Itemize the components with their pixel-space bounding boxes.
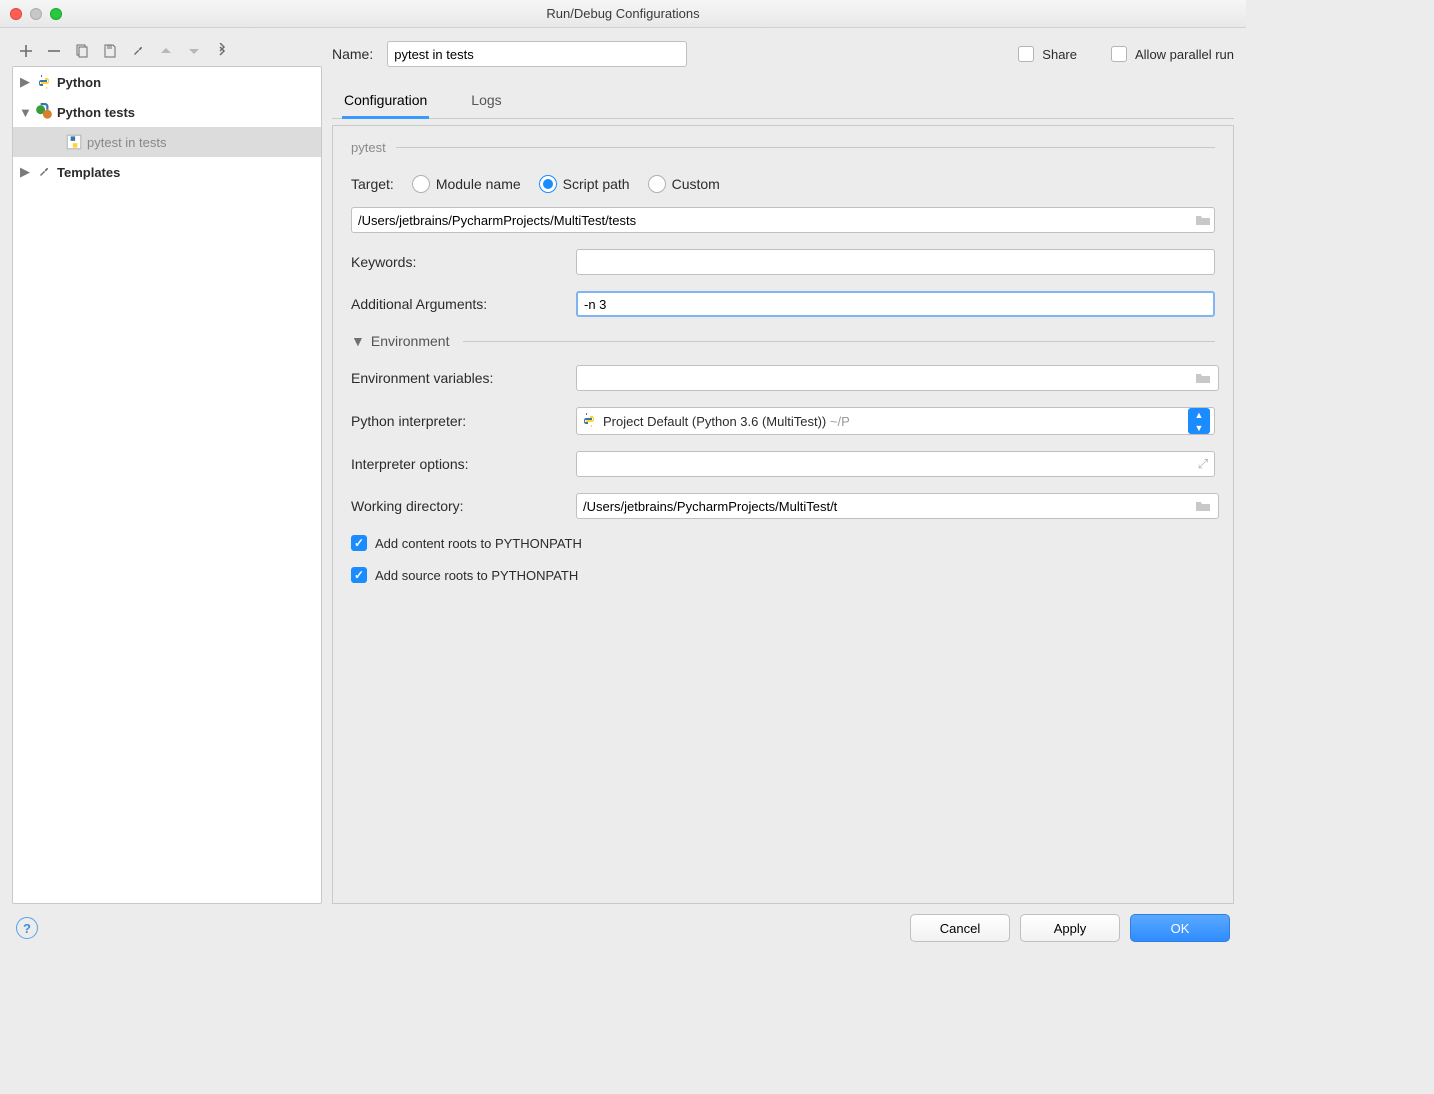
- share-checkbox[interactable]: Share: [1018, 46, 1077, 62]
- pytest-legend: pytest: [351, 140, 396, 155]
- envvars-input[interactable]: [576, 365, 1219, 391]
- add-icon[interactable]: [14, 39, 38, 63]
- apply-button[interactable]: Apply: [1020, 914, 1120, 942]
- name-label: Name:: [332, 46, 373, 62]
- python-file-icon: [65, 133, 83, 151]
- workdir-input[interactable]: [576, 493, 1219, 519]
- titlebar: Run/Debug Configurations: [0, 0, 1246, 28]
- config-tree[interactable]: ▶ Python ▼ Python tests pytest in tests: [12, 66, 322, 904]
- allow-parallel-label: Allow parallel run: [1135, 47, 1234, 62]
- name-input[interactable]: [387, 41, 687, 67]
- window-title: Run/Debug Configurations: [0, 6, 1246, 21]
- tree-label: pytest in tests: [87, 135, 166, 150]
- chevron-right-icon: ▶: [19, 74, 31, 90]
- ok-button[interactable]: OK: [1130, 914, 1230, 942]
- radio-icon: [648, 175, 666, 193]
- target-custom-radio[interactable]: Custom: [648, 175, 720, 193]
- script-path-input[interactable]: [351, 207, 1215, 233]
- chevron-down-icon: ▼: [19, 105, 31, 120]
- python-icon: [35, 73, 53, 91]
- tree-item-templates[interactable]: ▶ Templates: [13, 157, 321, 187]
- tabs: Configuration Logs: [332, 84, 1234, 119]
- args-input[interactable]: [576, 291, 1215, 317]
- remove-icon[interactable]: [42, 39, 66, 63]
- config-form: pytest Target: Module name Script path: [332, 125, 1234, 904]
- python-icon: [581, 412, 597, 431]
- more-icon[interactable]: [210, 39, 234, 63]
- folder-icon[interactable]: [1191, 366, 1215, 390]
- target-label: Target:: [351, 176, 394, 192]
- chevron-right-icon: ▶: [19, 164, 31, 180]
- tree-label: Python: [57, 75, 101, 90]
- cancel-button[interactable]: Cancel: [910, 914, 1010, 942]
- add-source-roots-checkbox[interactable]: Add source roots to PYTHONPATH: [351, 567, 1215, 583]
- folder-icon[interactable]: [1191, 494, 1215, 518]
- args-label: Additional Arguments:: [351, 296, 566, 312]
- target-script-radio[interactable]: Script path: [539, 175, 630, 193]
- interpreter-label: Python interpreter:: [351, 413, 566, 429]
- tree-label: Python tests: [57, 105, 135, 120]
- tree-item-python-tests[interactable]: ▼ Python tests: [13, 97, 321, 127]
- tree-item-python[interactable]: ▶ Python: [13, 67, 321, 97]
- target-module-radio[interactable]: Module name: [412, 175, 521, 193]
- keywords-label: Keywords:: [351, 254, 566, 270]
- environment-section-header[interactable]: ▼ Environment: [351, 333, 1215, 349]
- help-icon[interactable]: ?: [16, 917, 38, 939]
- share-label: Share: [1042, 47, 1077, 62]
- copy-icon[interactable]: [70, 39, 94, 63]
- checkbox-icon: [1111, 46, 1127, 62]
- envvars-label: Environment variables:: [351, 370, 566, 386]
- tree-label: Templates: [57, 165, 120, 180]
- add-content-roots-checkbox[interactable]: Add content roots to PYTHONPATH: [351, 535, 1215, 551]
- wrench-icon: [35, 163, 53, 181]
- workdir-label: Working directory:: [351, 498, 566, 514]
- tree-item-pytest[interactable]: pytest in tests: [13, 127, 321, 157]
- interp-opts-input[interactable]: [576, 451, 1215, 477]
- checkbox-icon: [351, 567, 367, 583]
- interp-opts-label: Interpreter options:: [351, 456, 566, 472]
- stepper-icon[interactable]: ▲▼: [1188, 408, 1210, 434]
- radio-icon: [539, 175, 557, 193]
- folder-icon[interactable]: [1191, 208, 1215, 232]
- allow-parallel-checkbox[interactable]: Allow parallel run: [1111, 46, 1234, 62]
- radio-icon: [412, 175, 430, 193]
- move-down-icon: [182, 39, 206, 63]
- tab-configuration[interactable]: Configuration: [342, 84, 429, 119]
- checkbox-icon: [351, 535, 367, 551]
- python-tests-icon: [35, 103, 53, 121]
- chevron-down-icon: ▼: [351, 333, 365, 349]
- interpreter-select[interactable]: Project Default (Python 3.6 (MultiTest))…: [576, 407, 1215, 435]
- expand-icon[interactable]: ⤢: [1191, 452, 1215, 476]
- save-icon[interactable]: [98, 39, 122, 63]
- pytest-fieldset: pytest Target: Module name Script path: [351, 140, 1215, 317]
- checkbox-icon: [1018, 46, 1034, 62]
- move-up-icon: [154, 39, 178, 63]
- wrench-icon[interactable]: [126, 39, 150, 63]
- tab-logs[interactable]: Logs: [469, 84, 503, 118]
- config-toolbar: [12, 36, 322, 66]
- keywords-input[interactable]: [576, 249, 1215, 275]
